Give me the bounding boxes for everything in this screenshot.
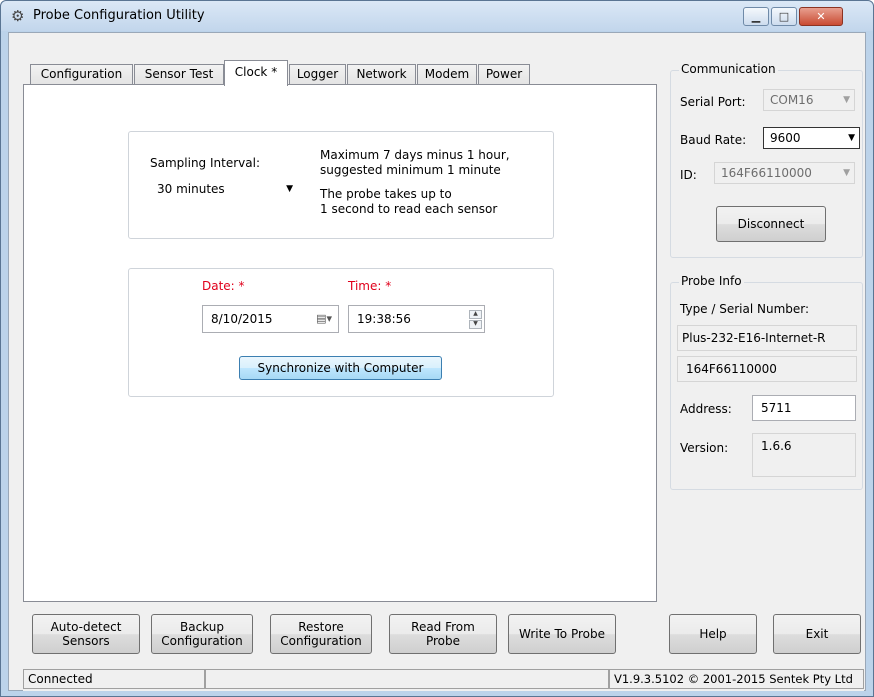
baud-rate-select[interactable]: 9600 ▼	[763, 127, 860, 149]
minimize-icon: ▁	[751, 10, 761, 23]
baud-rate-label: Baud Rate:	[680, 133, 747, 147]
button-label-line: Configuration	[280, 634, 362, 648]
info-line-2: suggested minimum 1 minute	[320, 163, 501, 177]
time-picker[interactable]: 19:38:56 ▲ ▼	[348, 305, 485, 333]
restore-configuration-button[interactable]: Restore Configuration	[270, 614, 372, 654]
date-value: 8/10/2015	[211, 312, 273, 326]
tab-label: Logger	[296, 67, 339, 81]
baud-rate-value: 9600	[770, 131, 801, 145]
button-label-line: Probe	[425, 634, 461, 648]
tab-label: Configuration	[40, 67, 123, 81]
tab-label: Power	[485, 67, 523, 81]
address-field[interactable]: 5711	[752, 395, 856, 421]
probe-serial-field: 164F66110000	[677, 356, 857, 382]
probe-type-field: Plus-232-E16-Internet-R	[677, 325, 857, 351]
help-button[interactable]: Help	[669, 614, 757, 654]
time-spinner[interactable]: ▲ ▼	[469, 310, 482, 329]
tab-label: Clock *	[234, 65, 278, 79]
button-label-line: Configuration	[161, 634, 243, 648]
write-to-probe-label: Write To Probe	[519, 627, 605, 641]
info-line-1: Maximum 7 days minus 1 hour,	[320, 148, 510, 162]
tab-logger[interactable]: Logger	[289, 64, 346, 85]
tab-label: Modem	[424, 67, 470, 81]
tab-configuration[interactable]: Configuration	[30, 64, 133, 85]
tab-network[interactable]: Network	[347, 64, 416, 85]
probe-info-group-title: Probe Info	[679, 274, 744, 288]
spin-down-icon[interactable]: ▼	[469, 320, 482, 329]
sampling-interval-select[interactable]: 30 minutes ▼	[150, 178, 298, 200]
button-label-line: Read From	[411, 620, 475, 634]
tab-label: Network	[356, 67, 407, 81]
status-connection: Connected	[23, 669, 205, 689]
version-label: Version:	[680, 441, 729, 455]
id-value: 164F66110000	[721, 166, 812, 180]
tab-sensor-test[interactable]: Sensor Test	[134, 64, 224, 85]
address-value: 5711	[761, 401, 792, 415]
status-version-text: V1.9.3.5102 © 2001-2015 Sentek Pty Ltd	[614, 672, 853, 686]
dropdown-arrow-icon: ▼	[843, 168, 850, 178]
type-serial-label: Type / Serial Number:	[680, 302, 810, 316]
status-bar: Connected V1.9.3.5102 © 2001-2015 Sentek…	[23, 667, 864, 691]
button-label-line: Auto-detect	[50, 620, 122, 634]
tab-power[interactable]: Power	[478, 64, 530, 85]
info-line-4: 1 second to read each sensor	[320, 202, 498, 216]
date-picker[interactable]: 8/10/2015 ▤▾	[202, 305, 339, 333]
status-connection-text: Connected	[28, 672, 93, 686]
disconnect-button-label: Disconnect	[737, 217, 805, 231]
backup-configuration-button[interactable]: Backup Configuration	[151, 614, 253, 654]
sampling-interval-label: Sampling Interval:	[150, 156, 260, 170]
sampling-interval-value: 30 minutes	[157, 182, 225, 196]
title-bar[interactable]: ⚙ Probe Configuration Utility ▁ □ ✕	[1, 1, 873, 31]
read-from-probe-button[interactable]: Read From Probe	[389, 614, 497, 654]
time-label: Time: *	[348, 279, 392, 293]
probe-type-value: Plus-232-E16-Internet-R	[682, 331, 826, 345]
tab-label: Sensor Test	[144, 67, 214, 81]
maximize-icon: □	[778, 10, 790, 23]
date-time-group: Date: * Time: * 8/10/2015 ▤▾ 19:38:56 ▲ …	[128, 268, 554, 397]
calendar-icon[interactable]: ▤▾	[316, 306, 332, 332]
date-label: Date: *	[202, 279, 245, 293]
probe-app-icon: ⚙	[11, 7, 25, 25]
window-title: Probe Configuration Utility	[33, 8, 205, 23]
time-value: 19:38:56	[357, 312, 411, 326]
address-label: Address:	[680, 402, 732, 416]
dropdown-arrow-icon: ▼	[843, 95, 850, 105]
maximize-button[interactable]: □	[771, 7, 797, 26]
id-select[interactable]: 164F66110000 ▼	[714, 162, 855, 184]
button-label-line: Backup	[180, 620, 224, 634]
version-value: 1.6.6	[761, 439, 792, 453]
exit-button[interactable]: Exit	[773, 614, 861, 654]
button-label-line: Restore	[298, 620, 344, 634]
synchronize-button[interactable]: Synchronize with Computer	[239, 356, 442, 380]
communication-group-title: Communication	[679, 62, 778, 76]
exit-label: Exit	[805, 627, 829, 641]
serial-port-value: COM16	[770, 93, 814, 107]
version-field: 1.6.6	[752, 433, 856, 477]
close-icon: ✕	[816, 10, 826, 23]
tab-clock[interactable]: Clock *	[224, 60, 288, 86]
disconnect-button[interactable]: Disconnect	[716, 206, 826, 242]
button-label-line: Sensors	[62, 634, 110, 648]
sampling-group: Sampling Interval: 30 minutes ▼ Maximum …	[128, 131, 554, 239]
probe-serial-value: 164F66110000	[686, 362, 777, 376]
spin-up-icon[interactable]: ▲	[469, 310, 482, 319]
serial-port-label: Serial Port:	[680, 95, 746, 109]
dropdown-arrow-icon: ▼	[848, 133, 855, 143]
info-line-3: The probe takes up to	[320, 187, 452, 201]
auto-detect-sensors-button[interactable]: Auto-detect Sensors	[32, 614, 140, 654]
status-version: V1.9.3.5102 © 2001-2015 Sentek Pty Ltd	[609, 669, 864, 689]
help-label: Help	[699, 627, 727, 641]
serial-port-select[interactable]: COM16 ▼	[763, 89, 855, 111]
dropdown-arrow-icon: ▼	[286, 184, 293, 194]
minimize-button[interactable]: ▁	[743, 7, 769, 26]
synchronize-button-label: Synchronize with Computer	[257, 361, 424, 375]
write-to-probe-button[interactable]: Write To Probe	[508, 614, 616, 654]
close-button[interactable]: ✕	[799, 7, 843, 26]
clock-tab-panel: Sampling Interval: 30 minutes ▼ Maximum …	[23, 84, 657, 602]
id-label: ID:	[680, 168, 697, 182]
status-middle	[205, 669, 609, 689]
tab-modem[interactable]: Modem	[417, 64, 477, 85]
